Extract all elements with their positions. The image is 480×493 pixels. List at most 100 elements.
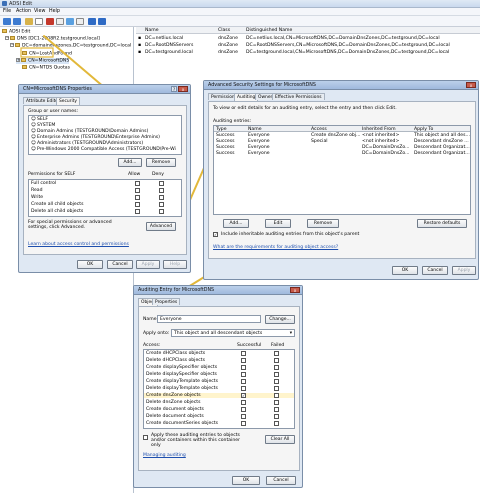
tab-properties[interactable]: Properties: [152, 298, 181, 305]
restore-defaults-button[interactable]: Restore defaults: [417, 219, 467, 228]
remove-entry-button[interactable]: Remove: [307, 219, 339, 228]
access-row[interactable]: Delete dnsZone objects: [144, 400, 294, 405]
successful-checkbox[interactable]: [241, 358, 246, 363]
learn-link[interactable]: Learn about access control and permissio…: [28, 242, 129, 247]
access-row[interactable]: Delete displayTemplate objects: [144, 386, 294, 391]
successful-checkbox[interactable]: [241, 365, 246, 370]
apply-onto-select[interactable]: This object and all descendant objects ▾: [171, 329, 295, 337]
table-row[interactable]: Success Everyone Special <not inherited> Des…: [214, 139, 470, 144]
list-item[interactable]: ☺ Administrators (TESTGROUND\Administrato…: [31, 141, 181, 146]
list-item[interactable]: ☺ SYSTEM: [31, 123, 181, 128]
access-row[interactable]: Create displaySpecifier objects: [144, 365, 294, 370]
failed-label: Failed: [271, 343, 285, 348]
apply-button[interactable]: Apply: [136, 260, 160, 269]
name-field[interactable]: Everyone: [157, 315, 261, 323]
successful-checkbox[interactable]: [241, 351, 246, 356]
entries-label: Auditing entries:: [213, 119, 252, 124]
list-item[interactable]: ☺ Domain Admins (TESTGROUND\Domain Admins…: [31, 129, 181, 134]
successful-checkbox[interactable]: [241, 372, 246, 377]
tree-highlight: [20, 47, 54, 58]
allow-checkbox[interactable]: [135, 195, 140, 200]
access-row[interactable]: Delete document objects: [144, 414, 294, 419]
user-icon: ☺: [31, 123, 36, 128]
help-button[interactable]: Help: [163, 260, 187, 269]
close-icon[interactable]: x: [178, 86, 188, 92]
cancel-button[interactable]: Cancel: [107, 260, 133, 269]
advanced-button[interactable]: Advanced: [146, 222, 176, 231]
deny-checkbox[interactable]: [159, 209, 164, 214]
apply-button[interactable]: Apply: [452, 266, 476, 275]
failed-checkbox[interactable]: [274, 393, 279, 398]
add-user-button[interactable]: Add...: [118, 158, 142, 167]
access-row[interactable]: Create dHCPClass objects: [144, 351, 294, 356]
auditing-entries-list[interactable]: Type Name Access Inherited From Apply To…: [213, 125, 471, 215]
cancel-button[interactable]: Cancel: [422, 266, 448, 275]
allow-checkbox[interactable]: [135, 181, 140, 186]
requirements-link[interactable]: What are the requirements for auditing o…: [213, 245, 338, 250]
clear-all-button[interactable]: Clear All: [265, 435, 295, 444]
ok-button[interactable]: OK: [392, 266, 418, 275]
failed-checkbox[interactable]: [274, 372, 279, 377]
access-row[interactable]: Delete displaySpecifier objects: [144, 372, 294, 377]
auditing-entry-dialog: Auditing Entry for MicrosoftDNS x Object…: [133, 285, 303, 488]
successful-checkbox[interactable]: [241, 400, 246, 405]
close-icon[interactable]: x: [290, 287, 300, 293]
allow-checkbox[interactable]: [135, 202, 140, 207]
failed-checkbox[interactable]: [274, 351, 279, 356]
deny-checkbox[interactable]: [159, 195, 164, 200]
successful-checkbox[interactable]: [241, 421, 246, 426]
successful-checkbox[interactable]: [241, 414, 246, 419]
successful-checkbox[interactable]: ✓: [241, 393, 246, 398]
failed-checkbox[interactable]: [274, 379, 279, 384]
advanced-tabs: Permissions Auditing Owner Effective Per…: [208, 93, 408, 101]
close-icon[interactable]: x: [466, 82, 476, 88]
change-button[interactable]: Change...: [265, 315, 295, 324]
access-row[interactable]: Delete dHCPClass objects: [144, 358, 294, 363]
managing-auditing-link[interactable]: Managing auditing: [143, 453, 186, 458]
cancel-button[interactable]: Cancel: [266, 476, 296, 485]
table-row[interactable]: Success Everyone DC=DomainDnsZo... Descenda…: [214, 145, 470, 150]
include-inheritable-label: Include inheritable auditing entries fro…: [221, 232, 360, 237]
successful-checkbox[interactable]: [241, 386, 246, 391]
apply-within-checkbox[interactable]: [143, 435, 148, 440]
access-list[interactable]: Create dHCPClass objects Delete dHCPClass…: [143, 349, 295, 429]
list-item[interactable]: ☺ Pre-Windows 2000 Compatible Access (TES…: [31, 147, 181, 152]
access-label: Create dHCPClass objects: [146, 351, 206, 356]
deny-label: Deny: [152, 172, 164, 177]
deny-checkbox[interactable]: [159, 202, 164, 207]
failed-checkbox[interactable]: [274, 386, 279, 391]
edit-entry-button[interactable]: Edit: [265, 219, 291, 228]
users-list[interactable]: ☺ SELF ☺ SYSTEM ☺ Domain Admins (TESTGROUND…: [28, 115, 182, 155]
list-item[interactable]: ☺ SELF: [31, 117, 181, 122]
failed-checkbox[interactable]: [274, 400, 279, 405]
add-entry-button[interactable]: Add...: [223, 219, 249, 228]
group-icon: ☺: [31, 135, 36, 140]
special-permissions-text: For special permissions or advanced sett…: [28, 220, 112, 230]
allow-checkbox[interactable]: [135, 209, 140, 214]
failed-checkbox[interactable]: [274, 407, 279, 412]
access-row[interactable]: Create dnsZone objects ✓: [144, 393, 294, 398]
include-inheritable-checkbox[interactable]: ✓: [213, 232, 218, 237]
tab-security[interactable]: Security: [56, 97, 81, 105]
deny-checkbox[interactable]: [159, 181, 164, 186]
allow-checkbox[interactable]: [135, 188, 140, 193]
access-row[interactable]: Create document objects: [144, 407, 294, 412]
remove-user-button[interactable]: Remove: [146, 158, 176, 167]
failed-checkbox[interactable]: [274, 358, 279, 363]
help-icon[interactable]: ?: [171, 86, 177, 92]
table-row[interactable]: Success Everyone Create dnsZone obj... <not…: [214, 133, 470, 138]
group-icon: ☺: [31, 147, 36, 152]
successful-checkbox[interactable]: [241, 407, 246, 412]
ok-button[interactable]: OK: [232, 476, 260, 485]
tab-effective-permissions[interactable]: Effective Permissions: [272, 93, 325, 100]
failed-checkbox[interactable]: [274, 414, 279, 419]
access-row[interactable]: Create documentSeries objects: [144, 421, 294, 426]
failed-checkbox[interactable]: [274, 365, 279, 370]
table-row[interactable]: Success Everyone DC=DomainDnsZo... Descenda…: [214, 151, 470, 156]
list-item[interactable]: ☺ Enterprise Admins (TESTGROUND\Enterpris…: [31, 135, 181, 140]
failed-checkbox[interactable]: [274, 421, 279, 426]
successful-checkbox[interactable]: [241, 379, 246, 384]
deny-checkbox[interactable]: [159, 188, 164, 193]
ok-button[interactable]: OK: [77, 260, 103, 269]
access-row[interactable]: Create displayTemplate objects: [144, 379, 294, 384]
